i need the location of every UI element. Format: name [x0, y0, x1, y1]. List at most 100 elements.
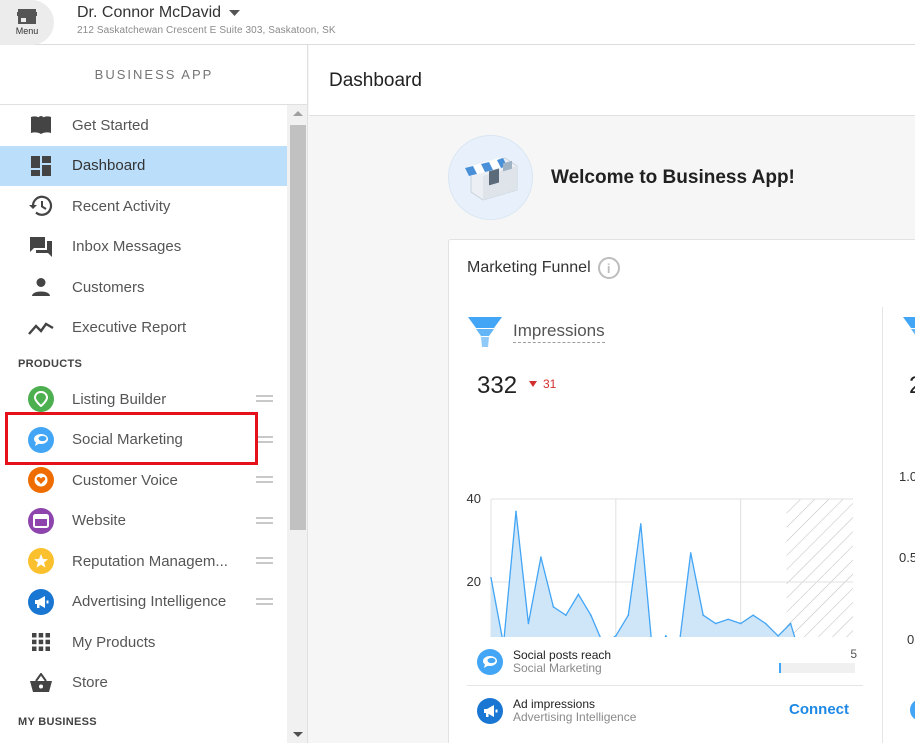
connect-button[interactable]: Connect — [789, 701, 849, 718]
menu-button[interactable]: Menu — [0, 0, 54, 45]
data-point — [639, 523, 642, 525]
top-bar: Menu Dr. Connor McDavid 212 Saskatchewan… — [0, 0, 915, 45]
sidebar: BUSINESS APP Get Started Dashboard Recen… — [0, 45, 308, 743]
sidebar-item-recent-activity[interactable]: Recent Activity — [0, 186, 287, 227]
data-point — [714, 622, 717, 625]
metric-name[interactable]: Impressions — [513, 321, 605, 343]
peek-tick-label: 0.5 — [899, 550, 915, 565]
peek-tick-label: 1.0 — [899, 469, 915, 484]
funnel-icon — [468, 317, 502, 347]
sidebar-item-dashboard[interactable]: Dashboard — [0, 145, 287, 186]
welcome-title: Welcome to Business App! — [551, 166, 795, 188]
data-point — [664, 635, 667, 637]
drag-handle-icon[interactable] — [256, 435, 273, 443]
megaphone-icon — [28, 588, 54, 615]
menu-label: Menu — [15, 26, 39, 36]
future-hatch-region — [786, 499, 853, 637]
sidebar-item-label: Customers — [72, 278, 145, 296]
sidebar-item-label: Customer Voice — [72, 471, 178, 489]
storefront-logo-icon — [448, 135, 533, 220]
data-point — [615, 635, 617, 637]
sidebar-item-label: Listing Builder — [72, 390, 167, 408]
metric-delta-value: 31 — [543, 377, 557, 391]
business-switcher[interactable]: Dr. Connor McDavid — [77, 4, 241, 22]
y-tick-label: 20 — [467, 574, 481, 589]
megaphone-icon — [477, 697, 503, 724]
book-icon — [28, 112, 54, 138]
speech-bubble-icon — [477, 649, 503, 675]
source-progress-bar — [779, 663, 855, 673]
basket-icon — [28, 670, 54, 696]
highlight-box — [5, 412, 258, 465]
trend-icon — [28, 315, 54, 341]
scroll-up-icon[interactable] — [293, 111, 303, 116]
sidebar-item-customer-voice[interactable]: Customer Voice — [0, 460, 287, 501]
chat-icon — [28, 234, 54, 260]
sidebar-item-website[interactable]: Website — [0, 501, 287, 542]
data-point — [752, 614, 754, 616]
sidebar-item-label: Executive Report — [72, 319, 187, 337]
source-row-social: Social posts reach Social Marketing 5 — [467, 639, 863, 686]
page-title: Dashboard — [309, 45, 915, 116]
data-point — [565, 614, 567, 616]
drag-handle-icon[interactable] — [256, 476, 273, 484]
browser-icon — [28, 507, 54, 534]
sidebar-item-reputation-management[interactable]: Reputation Managem... — [0, 541, 287, 582]
info-icon[interactable]: i — [597, 257, 620, 279]
drag-handle-icon[interactable] — [256, 557, 273, 565]
products-header: PRODUCTS — [18, 357, 83, 370]
sidebar-item-customers[interactable]: Customers — [0, 267, 287, 308]
business-name: Dr. Connor McDavid — [77, 4, 222, 21]
data-point — [577, 593, 580, 596]
data-point — [515, 510, 517, 513]
funnel-icon — [903, 317, 915, 335]
scroll-thumb[interactable] — [290, 125, 306, 530]
main-content: Dashboard Welcome to Business App! Marke… — [309, 45, 915, 743]
data-point — [727, 618, 729, 621]
source-product: Advertising Intelligence — [513, 709, 637, 724]
impressions-chart: 02040Sep 8Sep 18Sep 28 — [467, 491, 853, 637]
sidebar-item-advertising-intelligence[interactable]: Advertising Intelligence — [0, 582, 287, 623]
sidebar-item-label: Get Started — [72, 116, 149, 134]
sidebar-item-get-started[interactable]: Get Started — [0, 105, 287, 146]
storefront-icon — [17, 9, 37, 24]
dashboard-icon — [28, 153, 54, 179]
sidebar-item-label: My Products — [72, 633, 156, 651]
app-title: BUSINESS APP — [0, 45, 307, 105]
marketing-funnel-card: Marketing Funnel i Impressions 332 31 0 2… — [448, 239, 915, 743]
data-point — [702, 614, 705, 616]
sidebar-item-my-products[interactable]: My Products — [0, 622, 287, 663]
metric-value: 332 — [477, 372, 518, 399]
grid-icon — [28, 629, 54, 655]
sidebar-scrollbar[interactable] — [287, 105, 307, 743]
data-point — [590, 614, 592, 616]
data-point — [689, 552, 692, 554]
sidebar-item-inbox-messages[interactable]: Inbox Messages — [0, 227, 287, 268]
card-title-text: Marketing Funnel — [467, 259, 591, 276]
metric-delta: 31 — [529, 377, 556, 391]
sidebar-item-label: Inbox Messages — [72, 238, 182, 256]
source-row-ads: Ad impressions Advertising Intelligence … — [467, 687, 863, 734]
sidebar-item-executive-report[interactable]: Executive Report — [0, 308, 287, 349]
peek-tick-label: 0 — [907, 632, 915, 647]
sidebar-item-label: Dashboard — [72, 157, 146, 175]
impressions-header: Impressions — [467, 316, 605, 348]
drag-handle-icon[interactable] — [256, 597, 273, 605]
source-product: Social Marketing — [513, 661, 602, 675]
sidebar-item-store[interactable]: Store — [0, 663, 287, 704]
drag-handle-icon[interactable] — [256, 395, 273, 403]
caret-down-icon — [229, 9, 241, 16]
data-point — [540, 556, 542, 558]
source-name: Ad impressions — [513, 696, 596, 711]
star-icon — [28, 548, 54, 575]
sidebar-item-label: Recent Activity — [72, 197, 171, 215]
drag-handle-icon[interactable] — [256, 516, 273, 524]
data-point — [789, 622, 792, 625]
speech-bubble-icon — [910, 699, 915, 721]
scroll-down-icon[interactable] — [293, 732, 303, 737]
y-tick-label: 40 — [467, 491, 481, 506]
data-point — [627, 614, 630, 616]
column-divider — [882, 307, 883, 743]
data-point — [764, 622, 767, 625]
sidebar-item-label: Website — [72, 512, 126, 530]
